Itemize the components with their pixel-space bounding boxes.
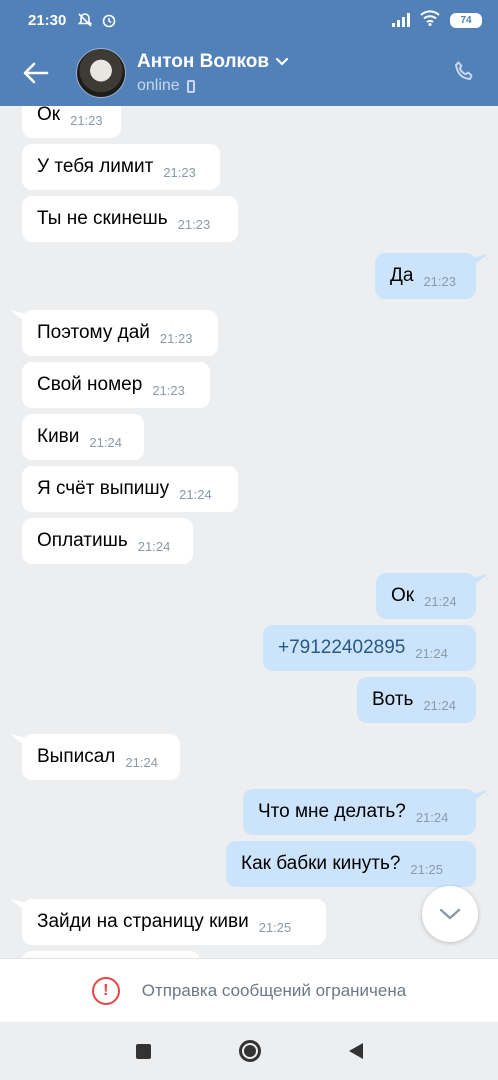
message-text: Ок	[37, 106, 61, 125]
recent-apps-icon[interactable]	[135, 1043, 151, 1059]
status-bar: 21:30 74	[0, 0, 498, 40]
message-time: 21:25	[410, 861, 443, 877]
contact-info[interactable]: Антон Волков online	[137, 51, 289, 95]
top-bar: 21:30 74 Антон Волков online	[0, 0, 498, 106]
message-text: Я счёт выпишу	[37, 478, 170, 499]
message-text: Киви	[37, 426, 80, 447]
message-bubble[interactable]: Что мне делать? 21:24	[243, 789, 476, 835]
battery-level: 74	[460, 14, 472, 26]
message-text: Да	[390, 265, 414, 286]
message-bubble[interactable]: Ты не скинешь 21:23	[22, 196, 238, 242]
message-bubble[interactable]: Оплатишь 21:24	[22, 518, 193, 564]
message-text: Ты не скинешь	[37, 208, 168, 229]
contact-avatar[interactable]	[76, 48, 126, 98]
restriction-text: Отправка сообщений ограничена	[141, 980, 407, 1000]
chevron-down-icon	[275, 51, 289, 73]
message-time: 21:25	[258, 919, 292, 935]
mobile-device-icon	[186, 79, 195, 93]
message-time: 21:24	[179, 486, 212, 502]
phone-number-link[interactable]: +79122402895	[278, 637, 405, 659]
contact-status: online	[137, 77, 180, 94]
message-time: 21:23	[423, 273, 456, 289]
home-icon[interactable]	[238, 1040, 261, 1062]
message-bubble[interactable]: Свой номер 21:23	[22, 362, 210, 408]
warning-icon: !	[91, 976, 120, 1005]
message-bubble[interactable]: Зайди на страницу киви 21:25	[22, 899, 326, 945]
message-list[interactable]: Ок 21:23 У тебя лимит 21:23 Ты не скинеш…	[0, 106, 498, 958]
message-bubble[interactable]: Как бабки кинуть? 21:25	[226, 841, 476, 887]
system-navigation-bar	[0, 1022, 498, 1080]
message-bubble[interactable]: Воть 21:24	[357, 677, 476, 723]
message-bubble[interactable]: Я счёт выпишу 21:24	[22, 466, 238, 512]
message-bubble-partial	[22, 951, 200, 958]
battery-icon: 74	[450, 12, 482, 28]
message-text: Свой номер	[37, 374, 143, 395]
message-bubble[interactable]: Выписал 21:24	[22, 734, 180, 780]
contact-name: Антон Волков	[137, 51, 270, 72]
message-text: Оплатишь	[37, 530, 128, 551]
message-text: Как бабки кинуть?	[241, 853, 401, 874]
message-time: 21:23	[159, 330, 193, 346]
wifi-icon	[420, 10, 440, 30]
message-time: 21:23	[152, 382, 185, 398]
signal-icon	[392, 13, 410, 27]
message-text: Выписал	[37, 746, 116, 767]
message-time: 21:24	[423, 697, 456, 713]
back-triangle-icon[interactable]	[348, 1043, 363, 1059]
messaging-restricted-banner: ! Отправка сообщений ограничена	[0, 958, 498, 1022]
message-text: Воть	[372, 689, 414, 710]
message-bubble[interactable]: Да 21:23	[375, 253, 476, 299]
message-text: У тебя лимит	[37, 156, 154, 177]
alarm-icon	[100, 11, 118, 29]
notifications-off-icon	[76, 11, 94, 29]
message-time: 21:23	[163, 164, 196, 180]
back-arrow-icon[interactable]	[22, 59, 50, 87]
message-time: 21:24	[125, 754, 158, 770]
message-text: Зайди на страницу киви	[37, 911, 249, 932]
message-bubble[interactable]: Киви 21:24	[22, 414, 144, 460]
message-time: 21:24	[415, 645, 448, 661]
message-time: 21:24	[89, 434, 122, 450]
message-text: Ок	[391, 585, 415, 606]
message-bubble[interactable]: Ок 21:23	[22, 106, 121, 138]
message-bubble[interactable]: У тебя лимит 21:23	[22, 144, 220, 190]
chat-header: Антон Волков online	[0, 40, 498, 106]
message-time: 21:24	[137, 538, 171, 554]
message-bubble[interactable]: Поэтому дай 21:23	[22, 310, 218, 356]
phone-call-icon[interactable]	[452, 60, 480, 88]
chevron-down-icon	[439, 908, 461, 920]
message-text: Что мне делать?	[258, 801, 406, 822]
status-time: 21:30	[28, 11, 67, 29]
message-time: 21:24	[415, 809, 449, 825]
message-time: 21:24	[424, 593, 457, 609]
message-time: 21:23	[70, 112, 103, 128]
message-text: Поэтому дай	[37, 322, 150, 343]
message-bubble[interactable]: +79122402895 21:24	[263, 625, 476, 671]
message-time: 21:23	[177, 216, 211, 232]
scroll-down-button[interactable]	[422, 886, 478, 942]
message-bubble[interactable]: Ок 21:24	[376, 573, 476, 619]
